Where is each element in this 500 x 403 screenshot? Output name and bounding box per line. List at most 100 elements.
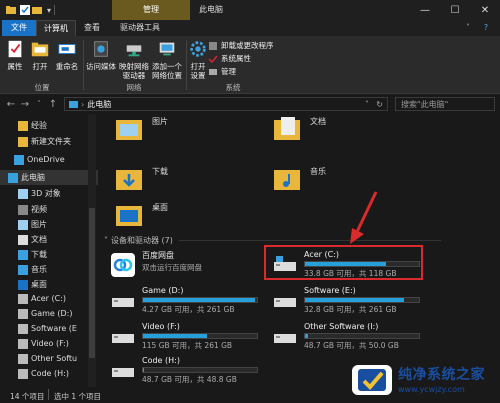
watermark: 纯净系统之家 www.ycwjzy.com [350, 355, 500, 403]
desktop-icon [18, 279, 28, 290]
sidebar-item[interactable]: Acer (C:) [0, 291, 98, 306]
drive-usage-bar [304, 333, 420, 339]
music-folder-icon [274, 170, 300, 190]
folder-downloads[interactable]: 下载 [114, 164, 168, 194]
check-icon [208, 54, 218, 64]
tab-computer[interactable]: 计算机 [36, 20, 76, 36]
context-tab-manage[interactable]: 管理 [112, 0, 190, 20]
sidebar-item-label: 文档 [31, 235, 47, 244]
ribbon: 属性 打开 重命名 位置 访问媒体 映射网络 驱动器 添加一个 网络位置 网络 [0, 36, 500, 94]
pictures-folder-icon [116, 120, 142, 140]
open-button[interactable]: 打开 [28, 38, 52, 71]
open-folder-icon [29, 38, 51, 60]
drive-item[interactable]: Video (F:) 115 GB 可用，共 261 GB [110, 322, 262, 351]
minimize-icon[interactable]: — [410, 0, 440, 20]
manage-button[interactable]: 管理 [208, 66, 236, 77]
collapse-chevron-icon: ˅ [104, 236, 108, 245]
tab-view[interactable]: 查看 [76, 20, 108, 36]
sidebar-item-label: 3D 对象 [31, 189, 61, 198]
drive-item[interactable]: Other Software (I:) 48.7 GB 可用，共 50.0 GB [272, 322, 424, 351]
sidebar-item[interactable]: Game (D:) [0, 306, 98, 321]
sidebar-item-label: Game (D:) [31, 309, 73, 318]
sidebar-item[interactable]: 下载 [0, 247, 98, 262]
sidebar-item[interactable]: 新建文件夹 [0, 134, 98, 149]
properties-label: 属性 [7, 62, 23, 71]
rename-button[interactable]: 重命名 [54, 38, 80, 71]
uninstall-programs-button[interactable]: 卸载或更改程序 [208, 40, 274, 51]
sidebar-item[interactable]: Other Softu [0, 351, 98, 366]
drive-item[interactable]: Game (D:) 4.27 GB 可用，共 261 GB [110, 286, 262, 315]
sidebar-item[interactable]: 文档 [0, 232, 98, 247]
sidebar-item[interactable]: OneDrive [0, 152, 98, 167]
media-icon [90, 38, 112, 60]
address-input[interactable]: › 此电脑 ˅ ↻ [64, 97, 388, 111]
drive-icon [18, 353, 28, 364]
hard-drive-icon [112, 298, 134, 307]
sidebar-item[interactable]: 桌面 [0, 277, 98, 292]
folder-label: 下载 [152, 167, 168, 176]
video-icon [18, 204, 28, 215]
drive-free-space: 48.7 GB 可用，共 48.8 GB [142, 375, 237, 384]
map-network-drive-button[interactable]: 映射网络 驱动器 [118, 38, 150, 80]
breadcrumb-chevron-icon: › [81, 99, 85, 109]
drive-name: Software (E:) [304, 286, 356, 295]
folder-documents[interactable]: 文档 [272, 114, 326, 144]
drive-item[interactable]: Software (E:) 32.8 GB 可用，共 261 GB [272, 286, 424, 315]
open-settings-button[interactable]: 打开 设置 [188, 38, 208, 80]
manage-icon [208, 67, 218, 77]
folder-icon [18, 120, 28, 131]
drive-name: Video (F:) [142, 322, 180, 331]
search-input[interactable]: 搜索"此电脑" [395, 97, 495, 111]
sidebar-item[interactable]: 音乐 [0, 262, 98, 277]
manage-label: 管理 [221, 67, 236, 76]
sidebar-item[interactable]: 图片 [0, 217, 98, 232]
watermark-logo-icon [352, 365, 392, 395]
refresh-icon[interactable]: ↻ [376, 100, 383, 109]
drive-item[interactable]: Code (H:) 48.7 GB 可用，共 48.8 GB [110, 356, 262, 385]
up-arrow-icon[interactable]: ↑ [46, 97, 60, 111]
sidebar-item-label: 新建文件夹 [31, 137, 71, 146]
folder-label: 图片 [152, 117, 168, 126]
drive-usage-fill [143, 298, 255, 302]
sidebar-item[interactable]: Software (E [0, 321, 98, 336]
access-media-button[interactable]: 访问媒体 [86, 38, 116, 71]
tab-drive-tools[interactable]: 驱动器工具 [112, 20, 168, 36]
sidebar-item[interactable]: Video (F:) [0, 336, 98, 351]
drive-free-space: 32.8 GB 可用，共 261 GB [304, 305, 397, 314]
sidebar-item[interactable]: 此电脑 [0, 170, 98, 185]
folder-desktop[interactable]: 桌面 [114, 200, 168, 230]
folder-pictures[interactable]: 图片 [114, 114, 168, 144]
cube-icon [18, 188, 28, 199]
sidebar-item[interactable]: 经验 [0, 118, 98, 133]
explorer-app-icon[interactable] [4, 3, 18, 17]
folder-music[interactable]: 音乐 [272, 164, 326, 194]
window-title: 此电脑 [199, 5, 223, 14]
help-icon[interactable]: ? [478, 20, 494, 36]
close-icon[interactable]: ✕ [470, 0, 500, 20]
computer-icon [69, 100, 78, 108]
tab-file[interactable]: 文件 [2, 20, 36, 36]
drive-free-space: 4.27 GB 可用，共 261 GB [142, 305, 235, 314]
ribbon-collapse-icon[interactable]: ˅ [460, 20, 476, 36]
desktop-folder-icon [116, 206, 142, 226]
nav-scrollbar-thumb[interactable] [89, 208, 95, 358]
rename-icon [56, 38, 78, 60]
add-network-location-button[interactable]: 添加一个 网络位置 [150, 38, 184, 80]
open-label: 打开 [32, 62, 48, 71]
address-dropdown-icon[interactable]: ˅ [365, 100, 369, 109]
search-placeholder: 搜索"此电脑" [401, 99, 449, 109]
address-bar-row: ← → ˅ ↑ › 此电脑 ˅ ↻ 搜索"此电脑" [0, 94, 500, 114]
recent-dropdown-icon[interactable]: ˅ [32, 97, 46, 111]
open-settings-label: 打开 设置 [190, 62, 206, 80]
uninstall-label: 卸载或更改程序 [221, 41, 274, 50]
sidebar-item[interactable]: 3D 对象 [0, 186, 98, 201]
sidebar-item[interactable]: Code (H:) [0, 366, 98, 381]
back-arrow-icon[interactable]: ← [4, 97, 18, 111]
forward-arrow-icon[interactable]: → [18, 97, 32, 111]
system-properties-button[interactable]: 系统属性 [208, 53, 251, 64]
nav-scrollbar[interactable] [88, 114, 96, 387]
baidu-netdisk[interactable]: 百度网盘 双击运行百度网盘 [110, 250, 262, 278]
maximize-icon[interactable]: ☐ [440, 0, 470, 20]
sidebar-item[interactable]: 视频 [0, 202, 98, 217]
properties-button[interactable]: 属性 [4, 38, 26, 71]
